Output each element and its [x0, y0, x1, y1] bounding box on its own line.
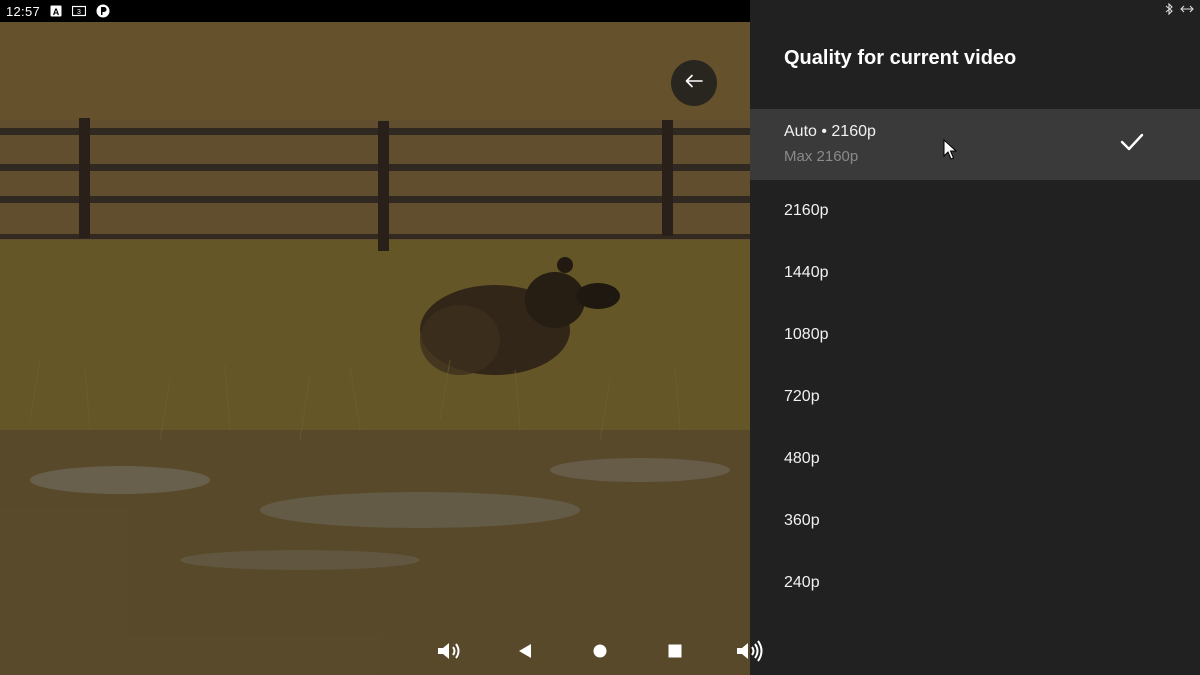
quality-option-sublabel: Max 2160p	[784, 148, 859, 165]
bluetooth-icon	[1165, 2, 1174, 18]
quality-option-360p[interactable]: 360p	[750, 490, 1200, 552]
volume-down-button[interactable]	[435, 638, 465, 668]
video-player[interactable]	[0, 0, 750, 675]
app-notification-icon	[96, 4, 110, 18]
quality-option-label: 2160p	[784, 202, 829, 219]
quality-option-label: Auto • 2160p	[784, 123, 876, 140]
quality-option-label: 1080p	[784, 326, 829, 343]
quality-panel: Quality for current video Auto • 2160p M…	[750, 0, 1200, 675]
home-circle-icon	[593, 644, 607, 663]
quality-option-720p[interactable]: 720p	[750, 366, 1200, 428]
quality-option-label: 1440p	[784, 264, 829, 281]
quality-option-label: 720p	[784, 388, 820, 405]
quality-option-240p[interactable]: 240p	[750, 552, 1200, 614]
quality-option-label: 360p	[784, 512, 820, 529]
nav-home-button[interactable]	[585, 638, 615, 668]
back-button[interactable]	[671, 60, 717, 106]
recents-square-icon	[668, 644, 682, 663]
quality-option-480p[interactable]: 480p	[750, 428, 1200, 490]
system-tray	[1165, 2, 1194, 18]
volume-up-button[interactable]	[735, 638, 765, 668]
arrow-left-icon	[685, 74, 703, 93]
nav-back-button[interactable]	[510, 638, 540, 668]
navigation-bar	[0, 630, 763, 675]
svg-text:3: 3	[77, 9, 81, 16]
back-triangle-icon	[518, 643, 532, 664]
a-notification-icon: A	[50, 4, 62, 18]
quality-option-1440p[interactable]: 1440p	[750, 242, 1200, 304]
quality-option-1080p[interactable]: 1080p	[750, 304, 1200, 366]
svg-text:A: A	[53, 7, 60, 17]
panel-title: Quality for current video	[784, 47, 1017, 69]
quality-list: Auto • 2160p Max 2160p 2160p 1440p 1080p…	[750, 109, 1200, 614]
volume-down-icon	[436, 640, 464, 667]
mouse-cursor-icon	[943, 138, 958, 166]
checkmark-icon	[1120, 133, 1144, 156]
status-bar: 12:57 A 3	[0, 0, 750, 22]
status-time: 12:57	[6, 3, 41, 19]
screenshot-icon: 3	[72, 4, 87, 18]
nav-recents-button[interactable]	[660, 638, 690, 668]
quality-option-label: 240p	[784, 574, 820, 591]
quality-option-label: 480p	[784, 450, 820, 467]
volume-up-icon	[735, 639, 765, 667]
quality-option-auto[interactable]: Auto • 2160p Max 2160p	[750, 109, 1200, 180]
connection-arrows-icon	[1180, 4, 1194, 17]
quality-option-2160p[interactable]: 2160p	[750, 180, 1200, 242]
